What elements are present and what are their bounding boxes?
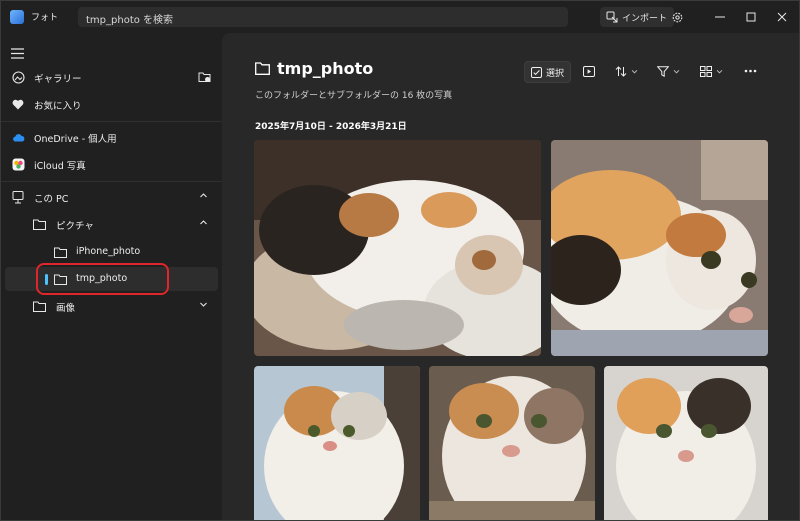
menu-icon	[11, 48, 24, 59]
filter-button[interactable]	[651, 61, 686, 81]
settings-button[interactable]	[667, 7, 687, 27]
photo-count: このフォルダーとサブフォルダーの 16 枚の写真	[255, 91, 453, 101]
folder-name: tmp_photo	[277, 59, 374, 78]
filter-icon	[657, 65, 669, 77]
sidebar-item-favorites[interactable]: お気に入り	[5, 92, 218, 116]
page-title: tmp_photo	[255, 59, 373, 78]
folder-icon	[32, 217, 46, 231]
folder-icon	[255, 62, 270, 75]
minimize-button[interactable]	[705, 5, 735, 29]
sidebar-item-gallery[interactable]: ギャラリー	[5, 65, 218, 89]
maximize-icon	[746, 12, 756, 22]
sidebar-item-label: ギャラリー	[34, 74, 82, 85]
icloud-icon	[11, 157, 25, 171]
photo-thumbnail[interactable]	[604, 366, 768, 520]
app-icon	[10, 10, 24, 24]
close-icon	[777, 12, 787, 22]
select-label: 選択	[546, 68, 565, 79]
view-icon	[700, 65, 712, 77]
onedrive-icon	[11, 130, 25, 144]
sidebar-item-this-pc[interactable]: この PC	[5, 185, 218, 209]
app-title: フォト	[31, 13, 59, 23]
chevron-up-icon[interactable]	[199, 191, 208, 200]
import-icon	[606, 11, 618, 23]
sidebar-item-images[interactable]: 画像	[5, 294, 218, 318]
photo-thumbnail[interactable]	[551, 140, 768, 356]
main-content: tmp_photo このフォルダーとサブフォルダーの 16 枚の写真 2025年…	[222, 33, 799, 520]
heart-icon	[11, 97, 25, 111]
sidebar-item-label: お気に入り	[34, 101, 82, 112]
sort-button[interactable]	[609, 61, 644, 81]
pc-icon	[11, 190, 25, 204]
sidebar-item-pictures[interactable]: ピクチャ	[5, 212, 218, 236]
photo-thumbnail[interactable]	[254, 140, 541, 356]
sidebar-item-icloud[interactable]: iCloud 写真	[5, 152, 218, 176]
sidebar-item-label: OneDrive - 個人用	[34, 134, 117, 145]
divider	[1, 121, 222, 122]
gallery-icon	[11, 70, 25, 84]
chevron-down-icon	[716, 69, 723, 74]
photo-thumbnail[interactable]	[429, 366, 595, 520]
photos-window: フォト tmp_photo を検索 インポート ギャラリー お気に入り OneD…	[0, 0, 800, 521]
sidebar-item-label: iPhone_photo	[76, 246, 141, 257]
menu-button[interactable]	[11, 44, 24, 63]
date-range: 2025年7月10日 - 2026年3月21日	[255, 122, 407, 132]
add-folder-icon[interactable]	[197, 70, 211, 84]
sidebar-item-label: ピクチャ	[56, 221, 94, 232]
checkbox-icon	[531, 66, 542, 78]
more-icon	[744, 69, 757, 73]
sidebar-item-iphone-photo[interactable]: iPhone_photo	[5, 240, 218, 264]
chevron-down-icon	[673, 69, 680, 74]
sidebar-item-label: iCloud 写真	[34, 161, 86, 172]
more-button[interactable]	[738, 61, 763, 81]
chevron-down-icon[interactable]	[199, 300, 208, 309]
import-button[interactable]: インポート	[600, 7, 675, 27]
search-input-value: tmp_photo を検索	[86, 15, 174, 26]
minimize-icon	[715, 16, 725, 18]
sidebar-item-label: この PC	[34, 194, 69, 205]
select-button[interactable]: 選択	[524, 61, 572, 83]
search-input[interactable]: tmp_photo を検索	[78, 7, 568, 27]
folder-icon	[53, 245, 67, 259]
folder-icon	[32, 299, 46, 313]
sidebar-item-onedrive[interactable]: OneDrive - 個人用	[5, 125, 218, 149]
gear-icon	[672, 12, 682, 22]
maximize-button[interactable]	[736, 5, 766, 29]
photo-thumbnail[interactable]	[254, 366, 420, 520]
import-label: インポート	[622, 13, 668, 24]
sidebar-item-label: 画像	[56, 303, 76, 314]
highlight-annotation	[36, 263, 169, 295]
slideshow-icon	[583, 65, 595, 77]
sort-icon	[615, 65, 627, 77]
chevron-down-icon	[631, 69, 638, 74]
divider	[1, 181, 222, 182]
slideshow-button[interactable]	[577, 61, 601, 81]
chevron-up-icon[interactable]	[199, 218, 208, 227]
view-options-button[interactable]	[694, 61, 729, 81]
title-bar: フォト tmp_photo を検索 インポート	[1, 1, 799, 33]
close-button[interactable]	[767, 5, 797, 29]
